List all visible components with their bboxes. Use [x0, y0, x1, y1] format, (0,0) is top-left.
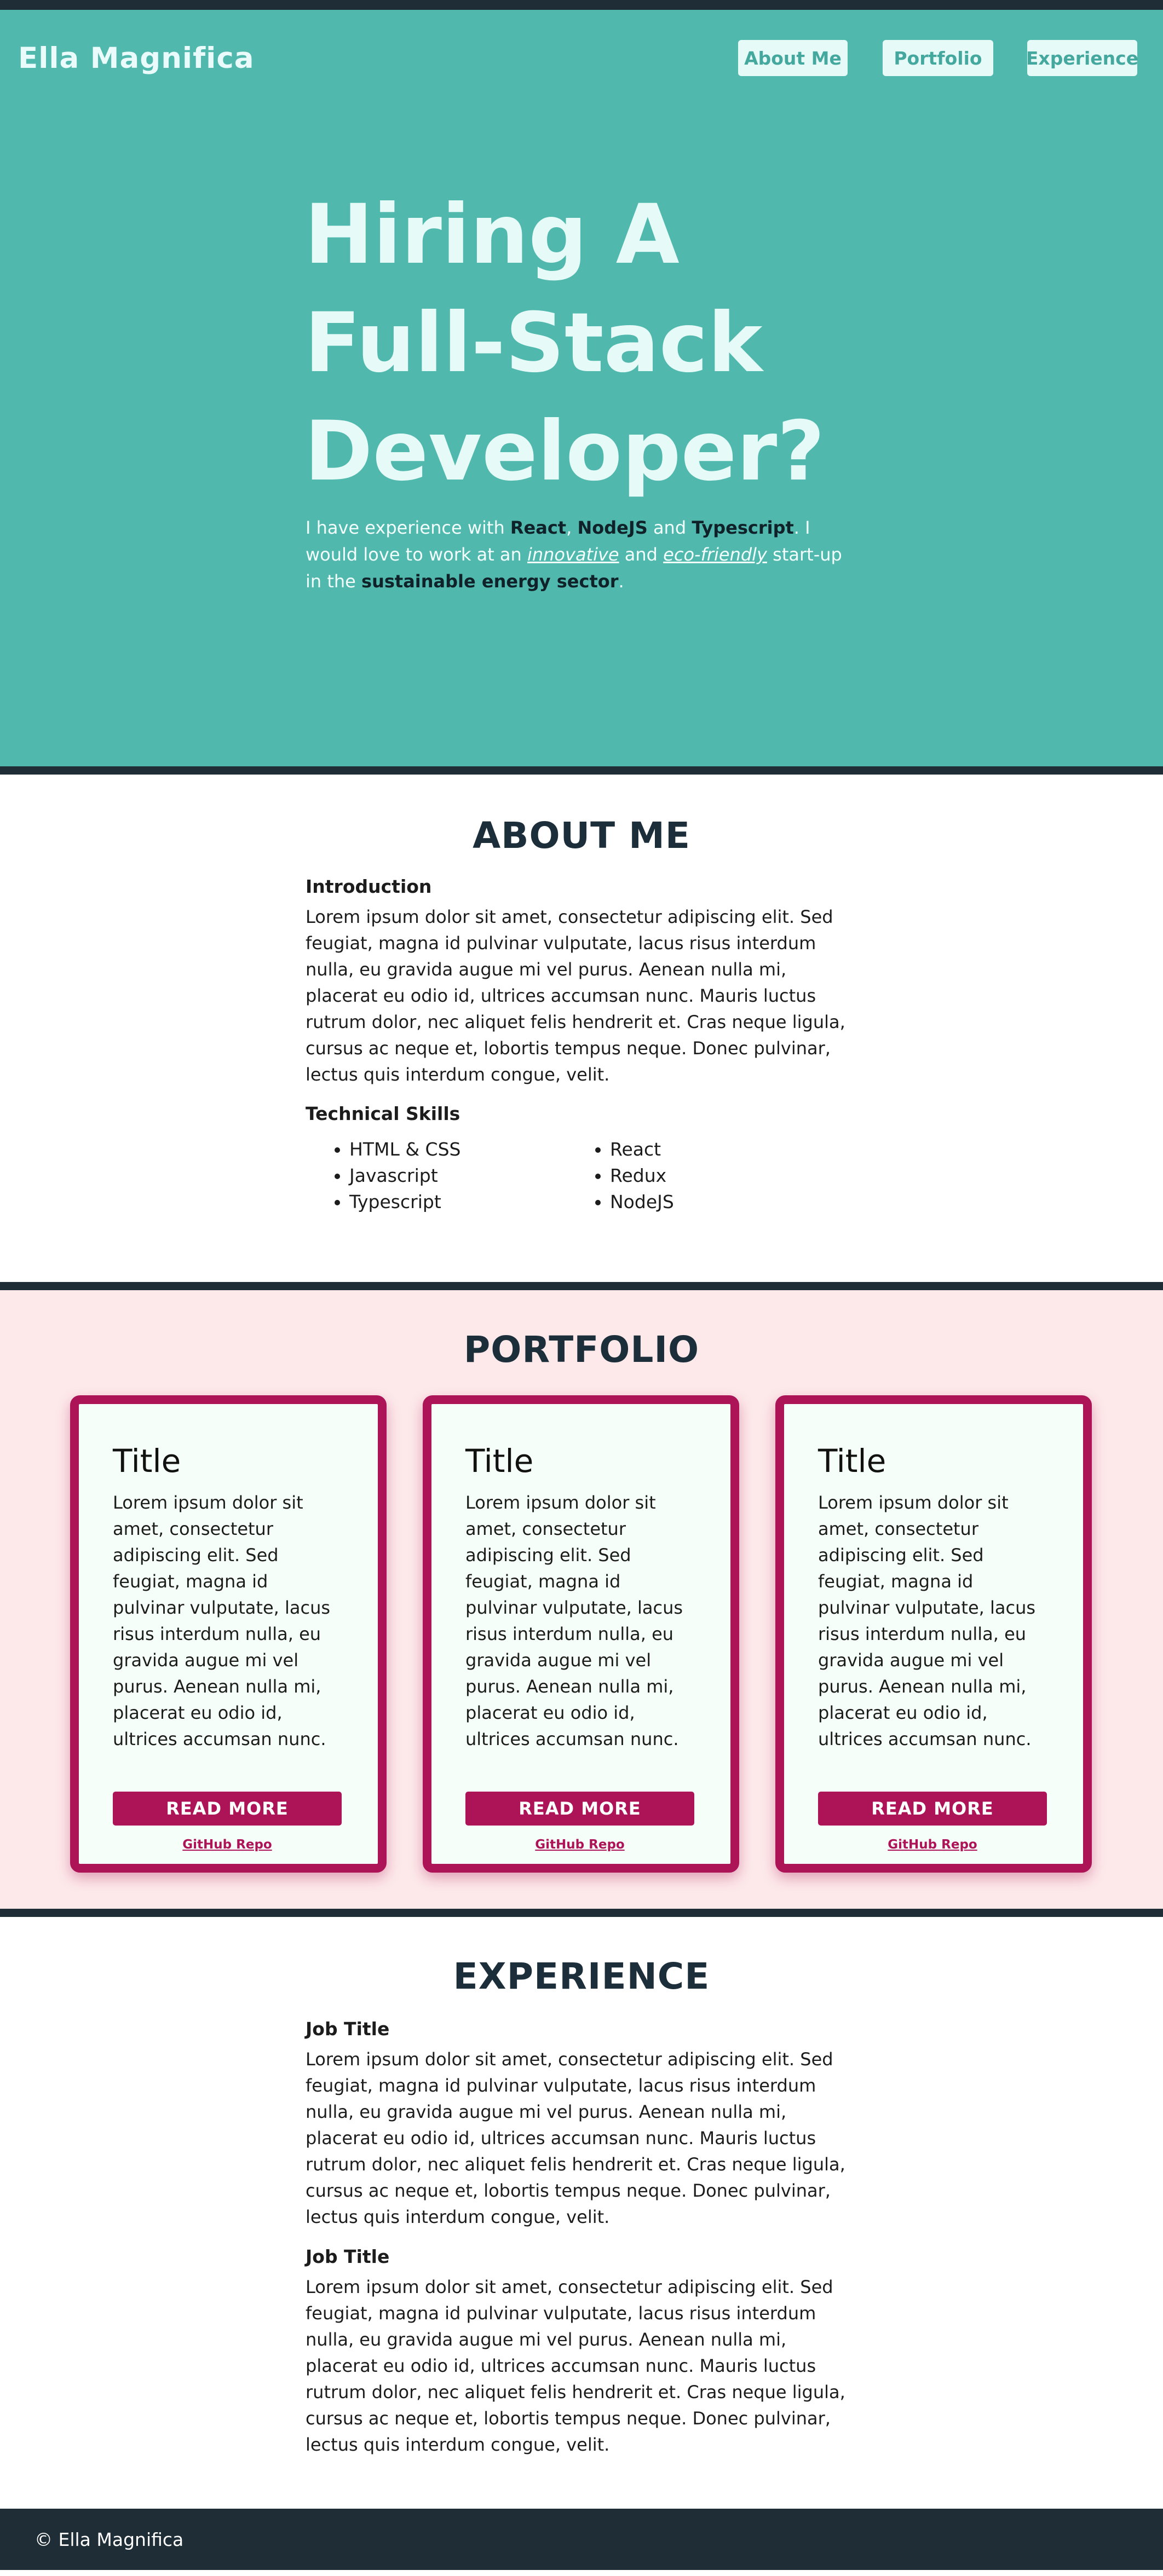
hero-skill-nodejs: NodeJS	[577, 517, 648, 538]
hero-text-part: .	[618, 571, 624, 592]
skill-item: Typescript	[349, 1189, 610, 1215]
card-text: Lorem ipsum dolor sit amet, consectetur …	[113, 1492, 331, 1749]
card-title: Title	[113, 1442, 181, 1480]
hero-intro-text: I have experience with React, NodeJS and…	[306, 515, 859, 595]
hero-skill-typescript: Typescript	[692, 517, 794, 538]
experience-title: EXPERIENCE	[453, 1955, 710, 1997]
about-title: ABOUT ME	[473, 815, 690, 857]
footer-copyright: © Ella Magnifica	[34, 2528, 184, 2550]
nav-experience-button[interactable]: Experience	[1026, 40, 1138, 76]
hero-title-line-2: Full-Stack	[304, 296, 763, 391]
hero-title: Hiring A Full-Stack Developer?	[304, 181, 1016, 506]
introduction-heading: Introduction	[306, 876, 432, 897]
read-more-button[interactable]: READ MORE	[113, 1792, 342, 1826]
hero-title-line-1: Hiring A	[304, 187, 680, 282]
job-description: Lorem ipsum dolor sit amet, consectetur …	[306, 2049, 845, 2227]
main-nav: About Me Portfolio Experience	[0, 40, 1163, 76]
skill-item: NodeJS	[610, 1189, 871, 1215]
about-section: ABOUT ME Introduction Lorem ipsum dolor …	[0, 775, 1163, 1282]
skill-item: React	[610, 1136, 871, 1163]
section-divider	[0, 1282, 1163, 1290]
card-title: Title	[465, 1442, 534, 1480]
skills-list: HTML & CSS React Javascript Redux Typesc…	[306, 1136, 859, 1215]
footer: © Ella Magnifica	[0, 2509, 1163, 2570]
job-block: Job Title Lorem ipsum dolor sit amet, co…	[306, 2246, 859, 2458]
hero-text-part: and	[619, 544, 664, 565]
card-text: Lorem ipsum dolor sit amet, consectetur …	[465, 1492, 683, 1749]
nav-about-me-button[interactable]: About Me	[738, 40, 848, 76]
hero-emphasis-innovative: innovative	[527, 544, 619, 565]
read-more-button[interactable]: READ MORE	[465, 1792, 694, 1826]
card-text: Lorem ipsum dolor sit amet, consectetur …	[818, 1492, 1036, 1749]
github-repo-link[interactable]: GitHub Repo	[465, 1838, 694, 1852]
job-block: Job Title Lorem ipsum dolor sit amet, co…	[306, 2018, 859, 2230]
hero-sector: sustainable energy sector	[361, 571, 619, 592]
job-title: Job Title	[306, 2018, 390, 2040]
skill-item: Redux	[610, 1163, 871, 1189]
read-more-button[interactable]: READ MORE	[818, 1792, 1047, 1826]
skill-item: HTML & CSS	[349, 1136, 610, 1163]
introduction-block: Introduction Lorem ipsum dolor sit amet,…	[306, 876, 859, 1088]
portfolio-section: PORTFOLIO Title Lorem ipsum dolor sit am…	[0, 1290, 1163, 1909]
section-divider	[0, 766, 1163, 775]
nav-portfolio-button[interactable]: Portfolio	[883, 40, 993, 76]
portfolio-card: Title Lorem ipsum dolor sit amet, consec…	[775, 1395, 1092, 1873]
hero-text-part: I have experience with	[306, 517, 510, 538]
experience-section: EXPERIENCE Job Title Lorem ipsum dolor s…	[0, 1917, 1163, 2509]
introduction-text: Lorem ipsum dolor sit amet, consectetur …	[306, 906, 845, 1085]
hero-emphasis-eco-friendly: eco-friendly	[663, 544, 767, 565]
skills-block: Technical Skills HTML & CSS React Javasc…	[306, 1103, 859, 1215]
section-divider	[0, 1909, 1163, 1917]
github-repo-link[interactable]: GitHub Repo	[113, 1838, 342, 1852]
hero-title-line-3: Developer?	[304, 404, 825, 499]
card-title: Title	[818, 1442, 886, 1480]
hero-text-part: ,	[566, 517, 578, 538]
job-title: Job Title	[306, 2246, 390, 2267]
top-bar	[0, 0, 1163, 10]
github-repo-link[interactable]: GitHub Repo	[818, 1838, 1047, 1852]
hero-text-part: and	[647, 517, 692, 538]
portfolio-title: PORTFOLIO	[463, 1329, 700, 1371]
skill-item: Javascript	[349, 1163, 610, 1189]
job-description: Lorem ipsum dolor sit amet, consectetur …	[306, 2277, 845, 2455]
portfolio-card: Title Lorem ipsum dolor sit amet, consec…	[70, 1395, 387, 1873]
skills-heading: Technical Skills	[306, 1103, 460, 1124]
hero-skill-react: React	[510, 517, 567, 538]
portfolio-card: Title Lorem ipsum dolor sit amet, consec…	[423, 1395, 739, 1873]
hero-section: Ella Magnifica About Me Portfolio Experi…	[0, 10, 1163, 766]
